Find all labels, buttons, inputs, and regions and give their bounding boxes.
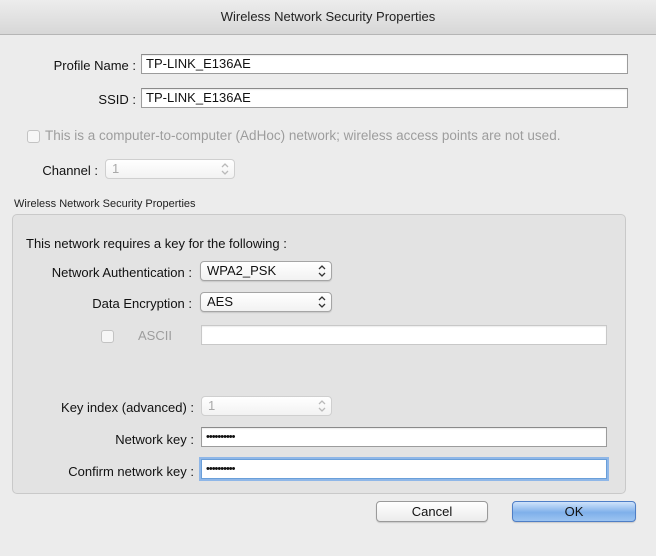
auth-label: Network Authentication : [51, 265, 192, 280]
cancel-button[interactable]: Cancel [376, 501, 488, 522]
ssid-input[interactable]: TP-LINK_E136AE [141, 88, 628, 108]
encryption-select[interactable]: AES [200, 292, 332, 312]
key-index-select[interactable]: 1 [201, 396, 332, 416]
ascii-label: ASCII [138, 328, 172, 343]
ssid-label: SSID : [98, 92, 136, 107]
profile-name-input[interactable]: TP-LINK_E136AE [141, 54, 628, 74]
updown-arrows-icon [318, 399, 326, 413]
channel-label: Channel : [42, 163, 98, 178]
encryption-value: AES [207, 294, 234, 309]
confirm-key-label: Confirm network key : [68, 464, 194, 479]
auth-select[interactable]: WPA2_PSK [200, 261, 332, 281]
auth-value: WPA2_PSK [207, 263, 277, 278]
ascii-input[interactable] [201, 325, 607, 345]
profile-name-label: Profile Name : [53, 58, 136, 73]
channel-value: 1 [112, 161, 120, 176]
ok-button[interactable]: OK [512, 501, 636, 522]
encryption-label: Data Encryption : [92, 296, 192, 311]
adhoc-checkbox[interactable] [27, 130, 40, 143]
confirm-key-input[interactable]: •••••••••• [201, 459, 607, 479]
channel-select[interactable]: 1 [105, 159, 235, 179]
security-intro-text: This network requires a key for the foll… [26, 236, 287, 251]
updown-arrows-icon [318, 264, 326, 278]
updown-arrows-icon [318, 295, 326, 309]
network-key-input[interactable]: •••••••••• [201, 427, 607, 447]
window-title: Wireless Network Security Properties [0, 0, 656, 35]
adhoc-label: This is a computer-to-computer (AdHoc) n… [45, 128, 561, 143]
key-index-value: 1 [208, 398, 216, 413]
ascii-checkbox[interactable] [101, 330, 114, 343]
security-group-box [12, 214, 626, 494]
key-index-label: Key index (advanced) : [61, 400, 194, 415]
network-key-label: Network key : [115, 432, 194, 447]
updown-arrows-icon [221, 162, 229, 176]
security-group-title: Wireless Network Security Properties [14, 198, 196, 210]
